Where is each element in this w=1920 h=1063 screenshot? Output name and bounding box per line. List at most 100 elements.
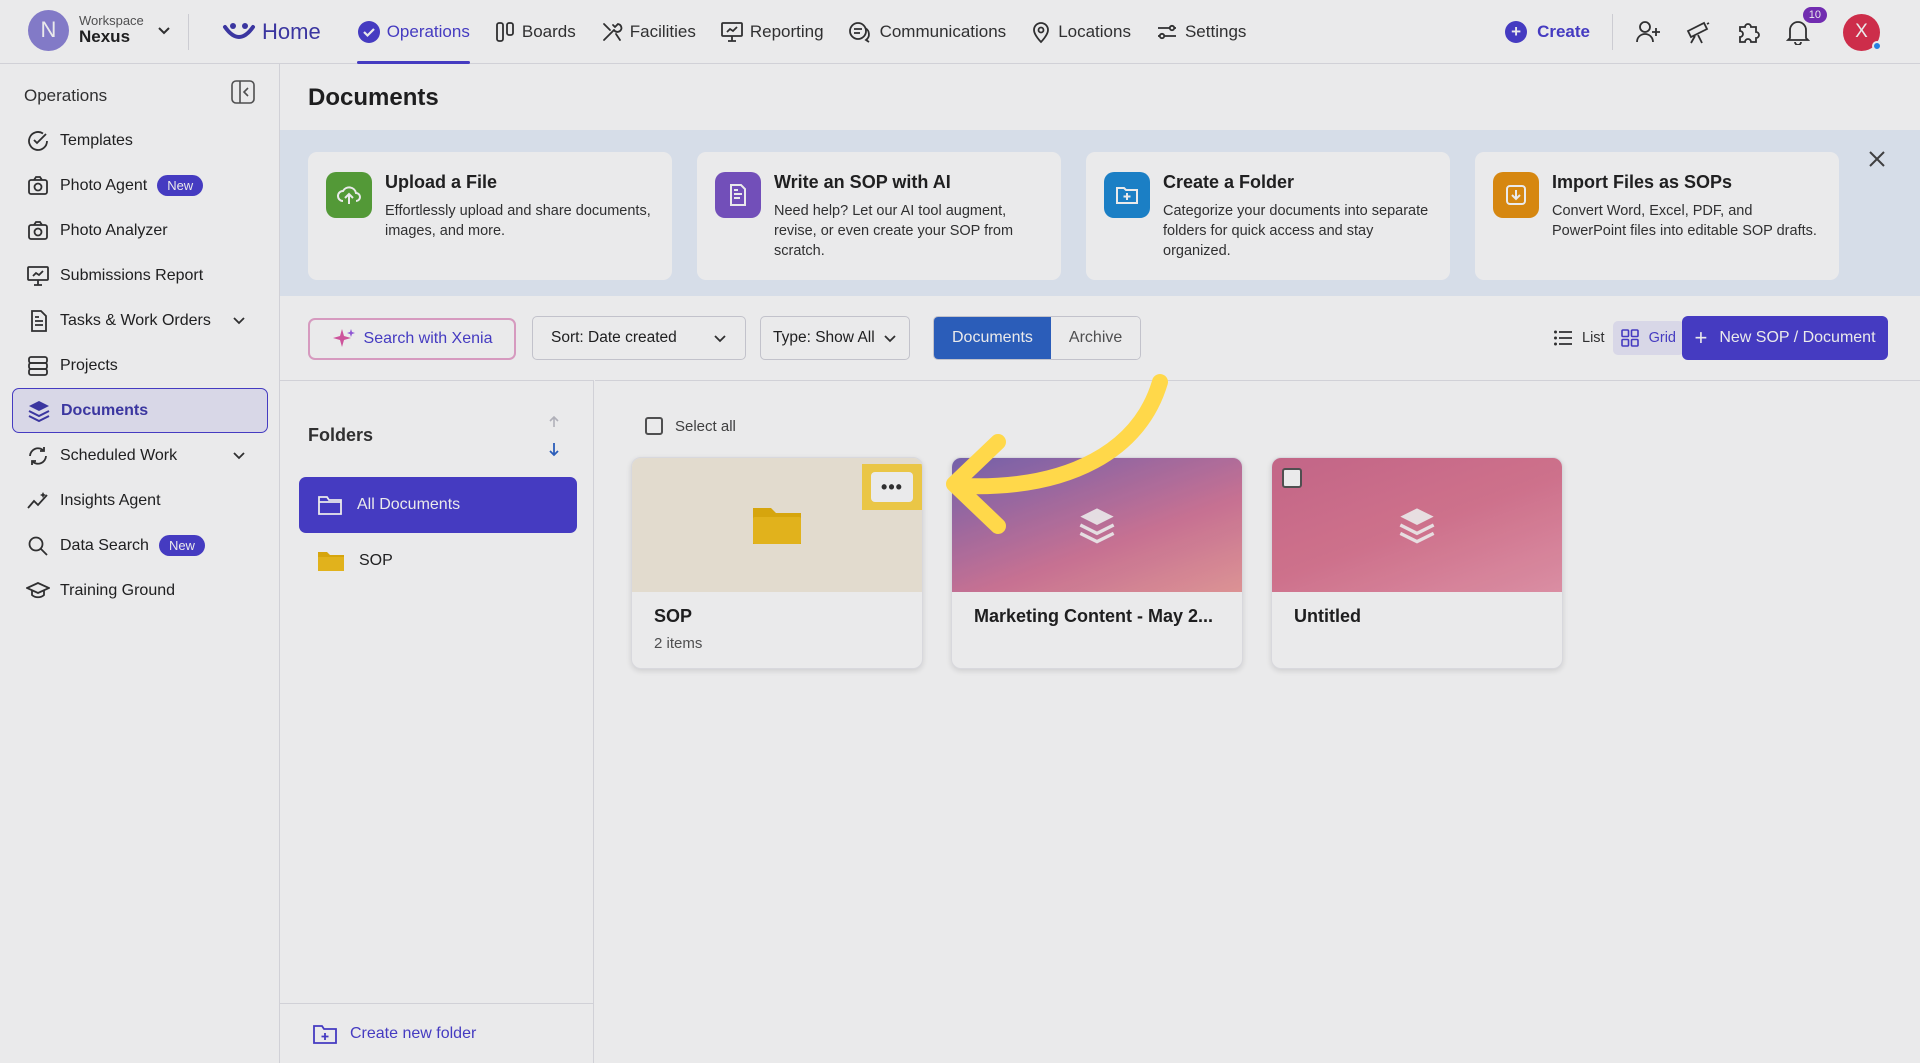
chevron-down-icon (233, 317, 245, 325)
close-icon[interactable] (1866, 148, 1888, 170)
nav-home-label: Home (262, 19, 321, 44)
nav-home[interactable]: Home (210, 0, 345, 64)
tab-archive[interactable]: Archive (1050, 317, 1141, 359)
chevron-down-icon (233, 452, 245, 460)
telescope-button[interactable] (1683, 17, 1713, 47)
folder-all-documents[interactable]: All Documents (299, 477, 577, 533)
nav-boards-label: Boards (521, 22, 576, 41)
sidebar-item-label: Templates (60, 131, 133, 149)
sort-arrows-icon[interactable] (547, 415, 561, 459)
folder-label: SOP (359, 552, 393, 569)
new-badge: New (158, 535, 205, 556)
boards-icon (495, 22, 514, 42)
select-all[interactable]: Select all (645, 417, 736, 435)
folder-plus-icon (1104, 172, 1150, 218)
card-checkbox[interactable] (1282, 468, 1302, 488)
new-sop-document-button[interactable]: + New SOP / Document (1682, 316, 1888, 360)
sort-select[interactable]: Sort: Date created (532, 316, 746, 360)
sidebar-item-projects[interactable]: Projects (12, 343, 268, 388)
select-all-label: Select all (675, 417, 736, 435)
quick-actions-banner: Upload a File Effortlessly upload and sh… (280, 130, 1920, 296)
sidebar-item-training-ground[interactable]: Training Ground (12, 568, 268, 613)
nav-facilities[interactable]: Facilities (588, 0, 708, 64)
invite-user-button[interactable] (1633, 17, 1663, 47)
notifications-button[interactable]: 10 (1783, 7, 1827, 47)
sidebar-item-photo-agent[interactable]: Photo Agent New (12, 163, 268, 208)
puzzle-icon (1739, 23, 1760, 43)
plus-icon: + (1694, 325, 1708, 350)
qa-desc: Effortlessly upload and share documents,… (385, 203, 651, 239)
search-icon (28, 536, 48, 556)
sidebar-item-documents[interactable]: Documents (12, 388, 268, 433)
main-nav: Home Operations Boards Facilities Report… (210, 0, 1258, 64)
create-new-folder-button[interactable]: Create new folder (280, 1003, 594, 1063)
trend-icon (27, 491, 48, 509)
tab-documents[interactable]: Documents (934, 317, 1051, 359)
import-files-card[interactable]: Import Files as SOPs Convert Word, Excel… (1475, 152, 1839, 280)
more-options-icon: ••• (871, 472, 913, 502)
import-icon (1493, 172, 1539, 218)
nav-reporting[interactable]: Reporting (708, 0, 836, 64)
page-title: Documents (308, 84, 439, 111)
sidebar-item-photo-analyzer[interactable]: Photo Analyzer (12, 208, 268, 253)
notification-count-badge: 10 (1802, 7, 1827, 23)
documents-archive-toggle: Documents Archive (933, 316, 1142, 360)
search-with-xenia-button[interactable]: Search with Xenia (308, 318, 516, 360)
qa-title: Write an SOP with AI (774, 172, 951, 192)
workspace-name: Nexus (79, 26, 131, 46)
more-options-button[interactable]: ••• (862, 464, 922, 510)
folders-panel: Folders All Documents SOP Create new fol… (280, 380, 594, 1063)
sidebar-item-scheduled-work[interactable]: Scheduled Work (12, 433, 268, 478)
nav-operations[interactable]: Operations (345, 0, 482, 64)
document-icon (31, 309, 47, 332)
grid-view-button[interactable]: Grid (1612, 321, 1684, 355)
card-title: Marketing Content - May 2... (974, 606, 1214, 626)
nav-settings[interactable]: Settings (1143, 0, 1258, 64)
nav-communications-label: Communications (879, 22, 1007, 41)
write-sop-ai-card[interactable]: Write an SOP with AI Need help? Let our … (697, 152, 1061, 280)
folder-outline-icon (318, 496, 342, 515)
sidebar-item-label: Photo Agent (60, 176, 148, 194)
upload-file-card[interactable]: Upload a File Effortlessly upload and sh… (308, 152, 672, 280)
type-filter-select[interactable]: Type: Show All (760, 316, 910, 360)
nav-locations[interactable]: Locations (1018, 0, 1143, 64)
integrations-button[interactable] (1733, 17, 1763, 47)
sidebar-item-tasks-work-orders[interactable]: Tasks & Work Orders (12, 298, 268, 343)
home-logo-icon (223, 23, 255, 39)
qa-title: Create a Folder (1163, 172, 1295, 192)
chevron-down-icon (714, 335, 726, 343)
sliders-icon (1157, 24, 1176, 40)
documents-grid: Select all ••• SOP 2 items Marketing Con… (595, 380, 1920, 1063)
card-thumbnail (952, 458, 1242, 592)
create-button[interactable]: + Create (1505, 21, 1590, 43)
sidebar-item-data-search[interactable]: Data Search New (12, 523, 268, 568)
folder-plus-icon (313, 1024, 337, 1044)
plus-icon: + (1505, 21, 1528, 43)
create-folder-card[interactable]: Create a Folder Categorize your document… (1086, 152, 1450, 280)
sidebar-item-insights-agent[interactable]: Insights Agent (12, 478, 268, 523)
card-title: SOP (654, 606, 693, 626)
list-icon (1554, 330, 1573, 346)
sidebar-item-submissions-report[interactable]: Submissions Report (12, 253, 268, 298)
online-status-dot (1872, 40, 1882, 51)
list-view-button[interactable]: List (1546, 321, 1613, 355)
bell-icon (1786, 21, 1810, 45)
sort-value: Sort: Date created (551, 329, 677, 346)
user-avatar[interactable]: X (1843, 13, 1882, 51)
folder-card-sop[interactable]: ••• SOP 2 items (631, 457, 923, 669)
layers-icon (1399, 508, 1435, 544)
top-bar: N Workspace Nexus Home Operations Boards… (0, 0, 1920, 64)
document-card-marketing-content[interactable]: Marketing Content - May 2... (951, 457, 1243, 669)
collapse-sidebar-icon[interactable] (231, 80, 255, 104)
nav-boards[interactable]: Boards (482, 0, 588, 64)
create-label: Create (1537, 22, 1590, 41)
folder-sop[interactable]: SOP (299, 533, 577, 589)
document-card-untitled[interactable]: Untitled (1271, 457, 1563, 669)
select-all-checkbox[interactable] (645, 417, 663, 435)
qa-title: Import Files as SOPs (1552, 172, 1733, 192)
nav-communications[interactable]: Communications (836, 0, 1019, 64)
sidebar-item-templates[interactable]: Templates (12, 118, 268, 163)
chevron-down-icon (884, 335, 896, 343)
workspace-switcher[interactable]: N Workspace Nexus (28, 9, 172, 51)
user-plus-icon (1636, 21, 1660, 43)
